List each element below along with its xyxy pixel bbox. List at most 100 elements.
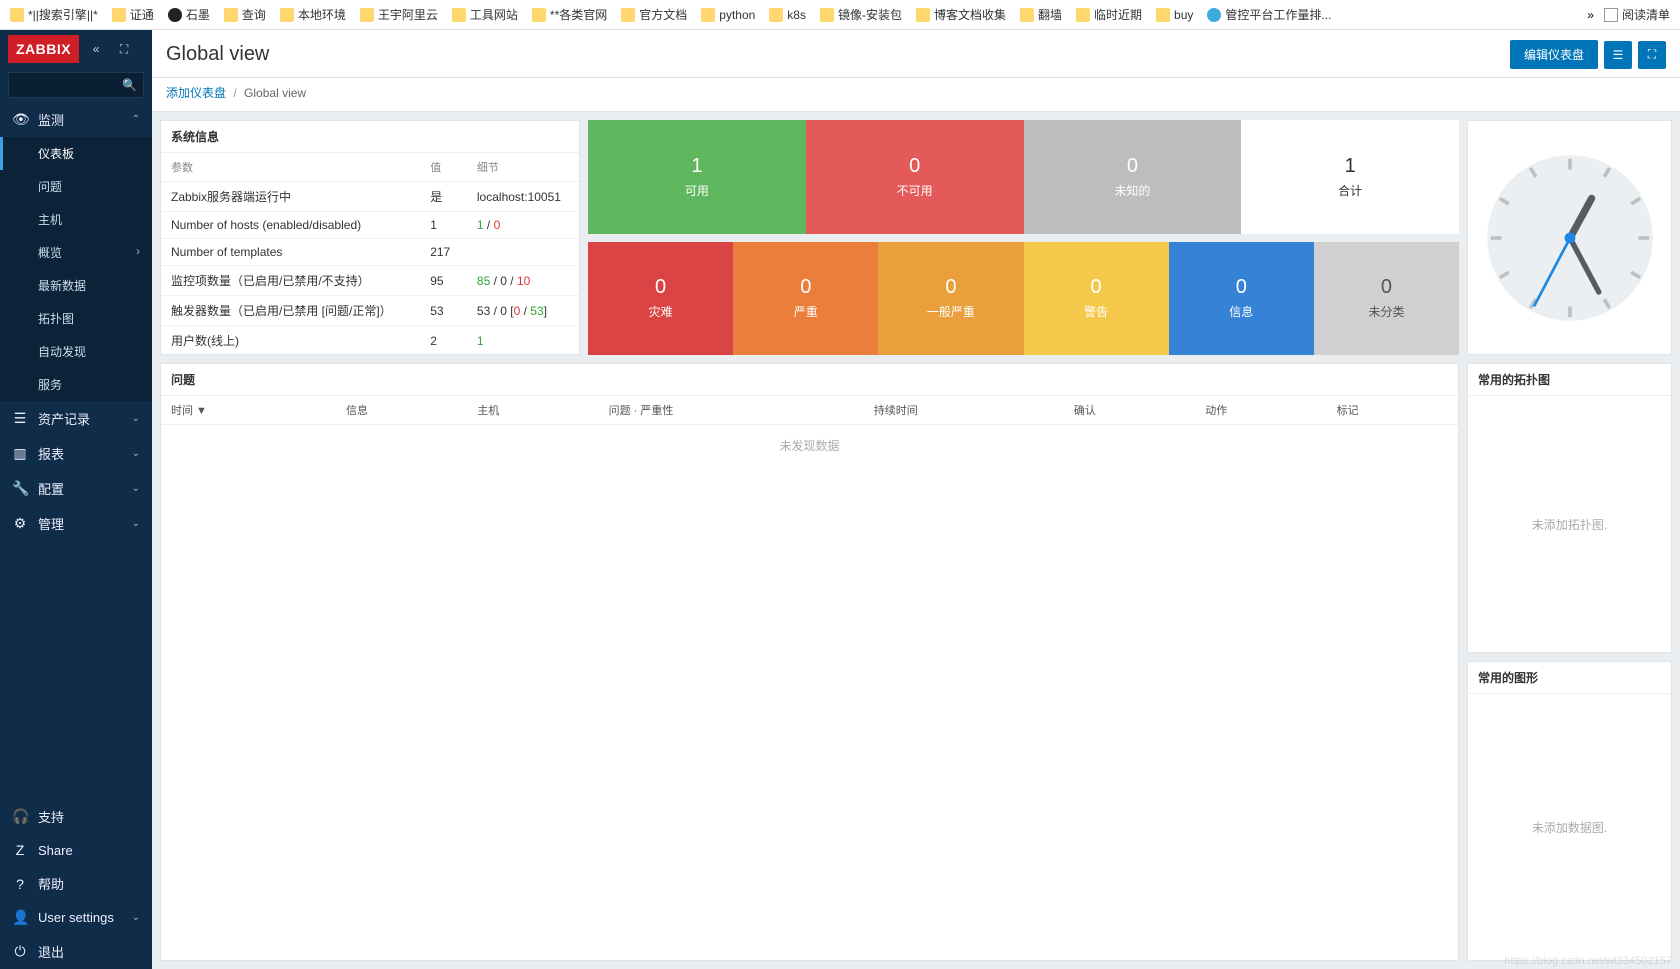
bookmark-item[interactable]: python: [701, 8, 755, 22]
collapse-icon[interactable]: «: [85, 38, 107, 60]
wrench-icon: 🔧: [12, 480, 28, 497]
widget-favorite-graphs: 常用的图形 未添加数据图.: [1467, 661, 1672, 961]
search-box[interactable]: 🔍: [8, 72, 144, 98]
bookmark-item[interactable]: 查询: [224, 6, 266, 23]
nav-admin[interactable]: ⚙ 管理 ⌄: [0, 506, 152, 541]
column-header[interactable]: 时间 ▼: [161, 396, 336, 425]
gear-icon: ⚙: [12, 515, 28, 532]
bookmark-reading-list[interactable]: 阅读清单: [1604, 6, 1670, 23]
table-row: Number of templates217: [161, 239, 579, 266]
table-row: 用户数(线上)21: [161, 326, 579, 355]
status-tile[interactable]: 0严重: [733, 242, 878, 356]
status-tile[interactable]: 0信息: [1169, 242, 1314, 356]
breadcrumb-current[interactable]: Global view: [244, 86, 306, 100]
actions-menu-button[interactable]: ☰: [1604, 41, 1632, 69]
bookmark-item[interactable]: 王宇阿里云: [360, 6, 438, 23]
bookmark-item[interactable]: 博客文档收集: [916, 6, 1006, 23]
column-header[interactable]: 问题 · 严重性: [599, 396, 864, 425]
bookmark-item[interactable]: 管控平台工作量排...: [1207, 6, 1331, 23]
chevron-down-icon: ⌄: [132, 912, 140, 923]
nav-signout[interactable]: ⏻退出: [0, 934, 152, 969]
no-data-text: 未发现数据: [161, 425, 1458, 467]
browser-bookmark-bar: *||搜索引擎||* 证通石墨查询本地环境王宇阿里云工具网站 **各类官网官方文档 p…: [0, 0, 1680, 30]
table-row: 触发器数量（已启用/已禁用 [问题/正常]）5353 / 0 [0 / 53]: [161, 296, 579, 326]
widget-title: 常用的拓扑图: [1468, 364, 1671, 396]
nav-user-settings[interactable]: 👤User settings⌄: [0, 901, 152, 934]
widget-title: 问题: [161, 364, 1458, 396]
status-tile[interactable]: 0未知的: [1024, 120, 1242, 234]
chevron-down-icon: ⌄: [132, 518, 140, 529]
bookmark-item[interactable]: 工具网站: [452, 6, 518, 23]
bookmark-overflow[interactable]: »: [1587, 8, 1594, 22]
column-header[interactable]: 信息: [336, 396, 467, 425]
breadcrumb-add[interactable]: 添加仪表盘: [166, 86, 226, 100]
headset-icon: 🎧: [12, 808, 28, 825]
nav-support[interactable]: 🎧支持: [0, 799, 152, 834]
bookmark-item[interactable]: k8s: [769, 8, 806, 22]
expand-icon[interactable]: ⛶: [113, 38, 135, 60]
sidebar-sub-item[interactable]: 拓扑图: [0, 302, 152, 335]
sidebar-sub-item[interactable]: 概览 ›: [0, 236, 152, 269]
col-value: 值: [420, 153, 467, 182]
bookmark-item[interactable]: 证通: [112, 6, 154, 23]
widget-title: 系统信息: [161, 121, 579, 153]
chevron-down-icon: ⌄: [132, 483, 140, 494]
empty-text: 未添加拓扑图.: [1468, 396, 1671, 652]
fullscreen-button[interactable]: ⛶: [1638, 41, 1666, 69]
widget-problems: 问题 时间 ▼信息主机问题 · 严重性持续时间确认动作标记 未发现数据: [160, 363, 1459, 961]
nav-config[interactable]: 🔧 配置 ⌄: [0, 471, 152, 506]
search-input[interactable]: [15, 78, 122, 93]
status-tile[interactable]: 0未分类: [1314, 242, 1459, 356]
column-header[interactable]: 主机: [467, 396, 598, 425]
page-header: Global view 编辑仪表盘 ☰ ⛶: [152, 30, 1680, 78]
bookmark-item[interactable]: *||搜索引擎||*: [10, 6, 98, 23]
power-icon: ⏻: [12, 943, 28, 960]
edit-dashboard-button[interactable]: 编辑仪表盘: [1510, 40, 1598, 69]
col-detail: 细节: [467, 153, 579, 182]
chevron-down-icon: ⌄: [132, 413, 140, 424]
watermark: https://blog.csdn.net/wt334502157: [1504, 955, 1672, 967]
nav-inventory[interactable]: ☰ 资产记录 ⌄: [0, 401, 152, 436]
nav-share[interactable]: ZShare: [0, 834, 152, 866]
nav-monitoring[interactable]: 👁 监测 ⌃: [0, 102, 152, 137]
nav-reports[interactable]: ▥ 报表 ⌄: [0, 436, 152, 471]
page-title: Global view: [166, 43, 269, 66]
bookmark-item[interactable]: **各类官网: [532, 6, 607, 23]
bookmark-item[interactable]: 镜像-安装包: [820, 6, 902, 23]
chart-icon: ▥: [12, 445, 28, 462]
col-param: 参数: [161, 153, 420, 182]
bookmark-item[interactable]: 本地环境: [280, 6, 346, 23]
sidebar-sub-item[interactable]: 仪表板: [0, 137, 152, 170]
bookmark-item[interactable]: 石墨: [168, 6, 210, 23]
column-header[interactable]: 确认: [1064, 396, 1195, 425]
nav-help[interactable]: ?帮助: [0, 866, 152, 901]
sidebar-sub-item[interactable]: 问题: [0, 170, 152, 203]
sidebar-sub-item[interactable]: 主机: [0, 203, 152, 236]
search-icon[interactable]: 🔍: [122, 78, 137, 92]
chevron-down-icon: ⌄: [132, 448, 140, 459]
bookmark-item[interactable]: buy: [1156, 8, 1193, 22]
column-header[interactable]: 持续时间: [864, 396, 1064, 425]
question-icon: ?: [12, 876, 28, 892]
status-tile[interactable]: 0灾难: [588, 242, 733, 356]
status-tile[interactable]: 1合计: [1241, 120, 1459, 234]
column-header[interactable]: 动作: [1195, 396, 1326, 425]
logo[interactable]: ZABBIX: [8, 35, 79, 63]
bookmark-item[interactable]: 翻墙: [1020, 6, 1062, 23]
status-tile[interactable]: 0警告: [1024, 242, 1169, 356]
status-tile[interactable]: 1可用: [588, 120, 806, 234]
empty-text: 未添加数据图.: [1468, 694, 1671, 960]
widget-system-info: 系统信息 参数 值 细节 Zabbix服务器端运行中是localhost:100…: [160, 120, 580, 355]
share-icon: Z: [12, 842, 28, 858]
sidebar-sub-item[interactable]: 最新数据: [0, 269, 152, 302]
status-tile[interactable]: 0不可用: [806, 120, 1024, 234]
sidebar: ZABBIX « ⛶ 🔍 👁 监测 ⌃ 仪表板问题主机概览 ›最新数据拓扑图自动…: [0, 30, 152, 969]
sidebar-sub-item[interactable]: 自动发现: [0, 335, 152, 368]
bookmark-item[interactable]: 官方文档: [621, 6, 687, 23]
widget-favorite-maps: 常用的拓扑图 未添加拓扑图.: [1467, 363, 1672, 653]
bookmark-item[interactable]: 临时近期: [1076, 6, 1142, 23]
column-header[interactable]: 标记: [1327, 396, 1458, 425]
widget-availability: 1可用0不可用0未知的1合计 0灾难0严重0一般严重0警告0信息0未分类: [588, 120, 1459, 355]
sidebar-sub-item[interactable]: 服务: [0, 368, 152, 401]
status-tile[interactable]: 0一般严重: [878, 242, 1023, 356]
